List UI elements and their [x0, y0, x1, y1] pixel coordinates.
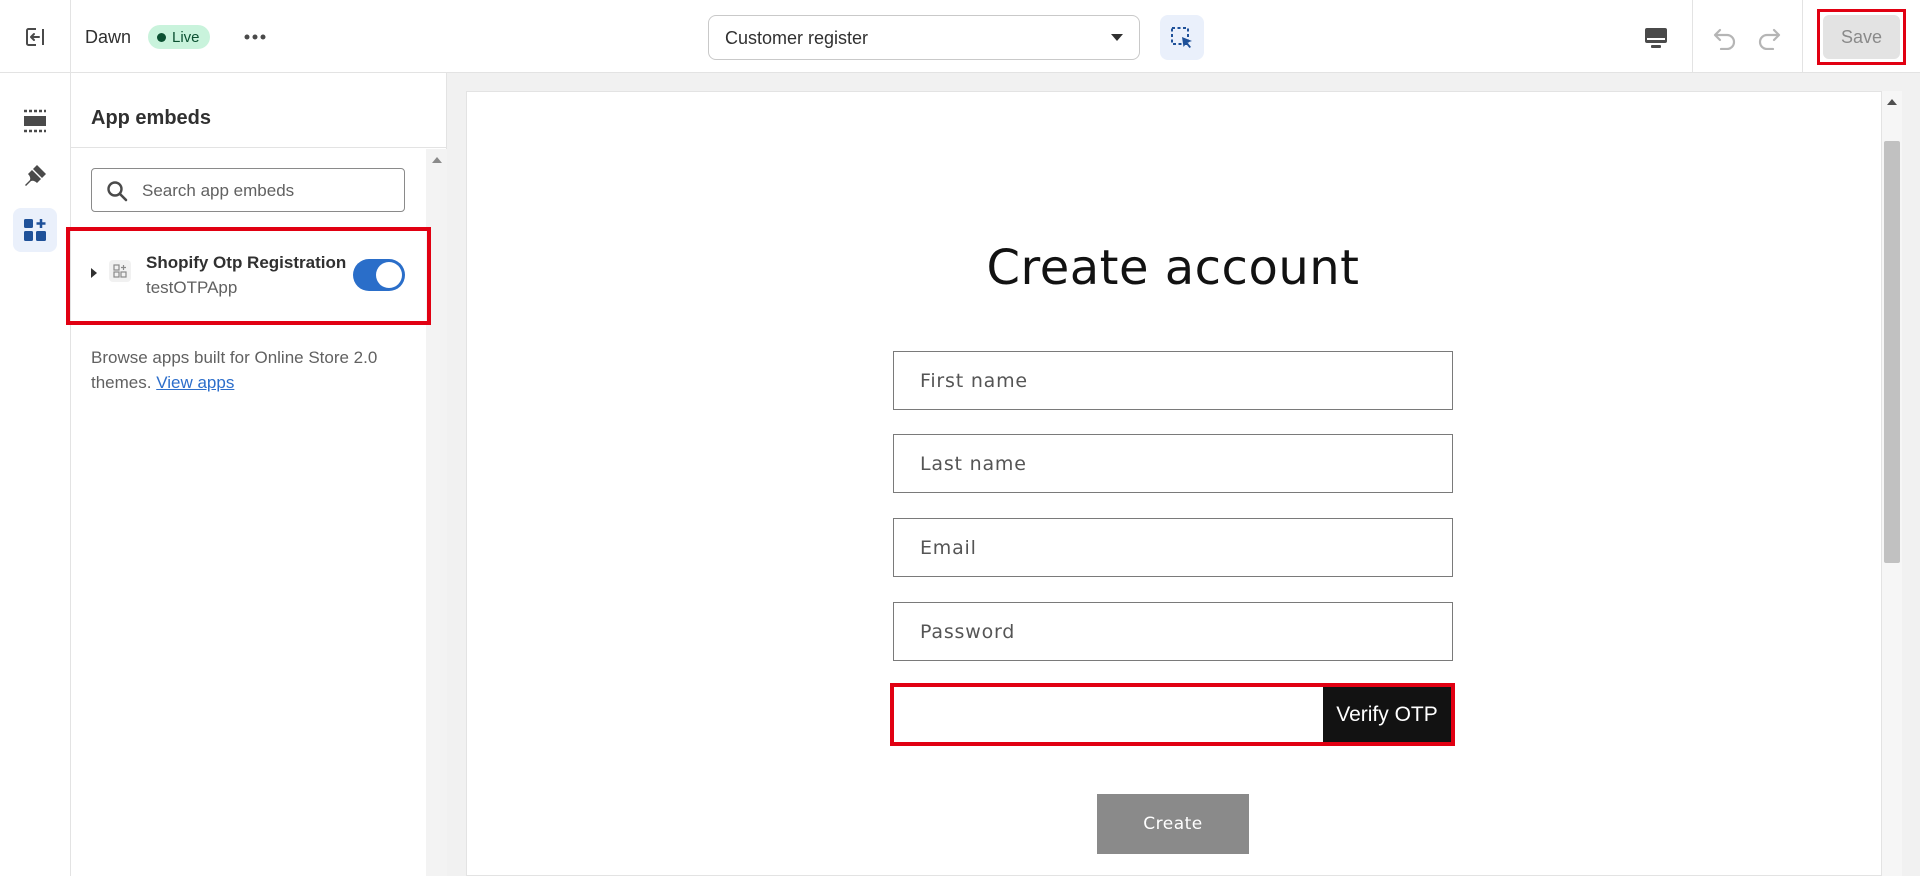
search-placeholder: Search app embeds	[142, 181, 295, 200]
last-name-field[interactable]: Last name	[893, 434, 1453, 493]
rail-theme-settings-button[interactable]	[13, 154, 57, 198]
topbar-divider	[1802, 0, 1803, 73]
view-apps-link[interactable]: View apps	[156, 373, 234, 392]
search-icon	[107, 181, 128, 202]
redo-button[interactable]	[1754, 22, 1786, 54]
app-embeds-panel: App embeds Search app embeds Shopify Otp…	[66, 73, 447, 876]
theme-settings-icon	[25, 165, 46, 186]
app-block-icon	[109, 260, 131, 282]
device-preview-button[interactable]	[1640, 22, 1672, 54]
scrollbar-thumb[interactable]	[1884, 141, 1900, 563]
topbar-divider	[1692, 0, 1693, 73]
save-button[interactable]: Save	[1823, 15, 1900, 59]
panel-header: App embeds	[71, 73, 447, 148]
live-badge-label: Live	[172, 28, 200, 46]
browse-apps-text: Browse apps built for Online Store 2.0 t…	[91, 345, 411, 395]
top-bar: Dawn Live Customer register Save	[0, 0, 1920, 73]
app-embed-item[interactable]: Shopify Otp Registration testOTPApp	[71, 231, 426, 321]
undo-icon	[1713, 28, 1736, 50]
rail-app-embeds-button[interactable]	[13, 208, 57, 252]
page-select-value: Customer register	[725, 28, 869, 48]
email-placeholder: Email	[920, 537, 977, 559]
otp-input[interactable]	[894, 687, 1322, 742]
live-dot-icon	[157, 32, 166, 42]
verify-otp-button[interactable]: Verify OTP	[1323, 687, 1451, 742]
scroll-up-icon[interactable]	[1887, 99, 1897, 105]
redo-icon	[1758, 28, 1781, 50]
password-placeholder: Password	[920, 621, 1016, 643]
sections-icon	[24, 109, 46, 133]
last-name-placeholder: Last name	[920, 453, 1027, 475]
toggle-knob	[376, 262, 402, 288]
live-status-badge: Live	[148, 25, 210, 49]
search-app-embeds-input[interactable]: Search app embeds	[91, 168, 405, 212]
preview-scrollbar[interactable]	[1882, 91, 1902, 876]
embed-app-name: testOTPApp	[146, 278, 238, 297]
create-account-heading: Create account	[986, 240, 1360, 296]
app-embeds-icon	[24, 219, 46, 241]
theme-name: Dawn	[85, 27, 132, 47]
select-cursor-icon	[1171, 26, 1192, 48]
more-actions-button[interactable]	[240, 22, 270, 52]
chevron-down-icon	[1111, 34, 1123, 41]
desktop-icon	[1645, 28, 1667, 48]
panel-title: App embeds	[91, 107, 212, 129]
first-name-field[interactable]: First name	[893, 351, 1453, 410]
first-name-placeholder: First name	[920, 370, 1028, 392]
email-field[interactable]: Email	[893, 518, 1453, 577]
rail-sections-button[interactable]	[13, 99, 57, 143]
inspector-toggle-button[interactable]	[1160, 15, 1204, 60]
exit-icon	[26, 27, 44, 46]
ellipsis-icon	[244, 34, 266, 40]
embed-enabled-toggle[interactable]	[353, 259, 405, 291]
create-account-button[interactable]: Create	[1097, 794, 1249, 854]
scroll-up-icon[interactable]	[432, 157, 442, 163]
embed-title: Shopify Otp Registration	[146, 253, 347, 272]
password-field[interactable]: Password	[893, 602, 1453, 661]
expand-caret-icon[interactable]	[91, 268, 97, 278]
save-button-highlight: Save	[1817, 9, 1906, 65]
exit-editor-button[interactable]	[0, 0, 71, 73]
undo-button[interactable]	[1708, 22, 1740, 54]
editor-nav-rail	[0, 73, 71, 876]
page-template-select[interactable]: Customer register	[708, 15, 1140, 60]
